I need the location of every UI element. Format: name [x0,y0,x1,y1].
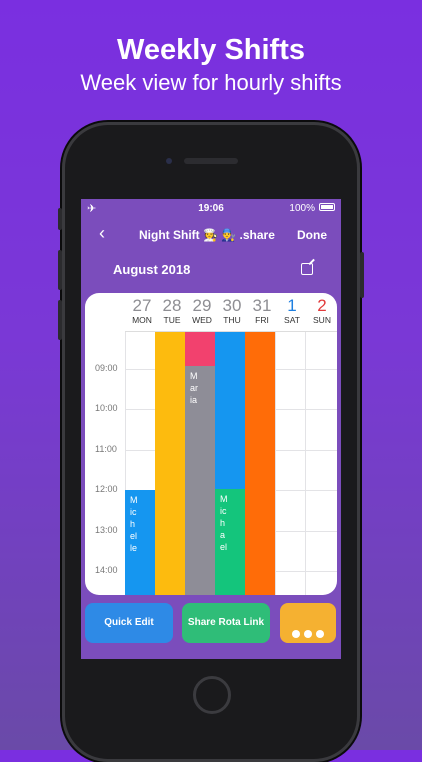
weekday-label: WED [192,315,212,325]
time-label: 10:00 [95,403,118,413]
done-button[interactable]: Done [297,228,327,242]
weekday-label: MON [132,315,152,325]
day-number: 29 [192,296,212,315]
app-screen: ✈ 19:06 100% ‹ Night Shift 🧑‍🍳 👨‍🔧 .shar… [81,199,341,659]
battery-icon [319,203,335,211]
shift-block-michelle[interactable]: Michelle [125,490,155,595]
month-label: August 2018 [113,262,191,277]
day-number: 2 [317,296,327,315]
quick-edit-button[interactable]: Quick Edit [85,603,173,643]
more-button[interactable] [280,603,336,643]
volume-down-button [58,300,62,340]
more-dots-icon [280,616,336,638]
weekday-label: SUN [313,315,331,325]
edit-icon[interactable] [301,263,313,275]
day-header-wed[interactable]: 29 WED [187,296,217,326]
share-rota-link-button[interactable]: Share Rota Link [182,603,270,643]
earpiece-speaker [184,158,238,164]
weekday-label: THU [223,315,241,325]
shift-name: Michelle [130,495,138,553]
day-number: 28 [162,296,182,315]
time-label: 12:00 [95,484,118,494]
day-divider [275,332,276,595]
day-header-sun[interactable]: 2 SUN [307,296,337,326]
day-number: 31 [252,296,272,315]
day-number: 1 [287,296,297,315]
shift-name: Michael [220,494,228,552]
shift-block-tuesday[interactable] [155,332,185,595]
navigation-bar: ‹ Night Shift 🧑‍🍳 👨‍🔧 .share Done [81,221,341,251]
shift-block-thursday-early[interactable] [215,332,245,489]
day-divider [305,332,306,595]
shift-block-wednesday-early[interactable] [185,332,215,366]
shift-block-friday[interactable] [245,332,275,595]
weekday-label: FRI [255,315,269,325]
time-label: 13:00 [95,525,118,535]
weekday-label: SAT [284,315,300,325]
phone-frame: ✈ 19:06 100% ‹ Night Shift 🧑‍🍳 👨‍🔧 .shar… [58,122,364,762]
volume-up-button [58,250,62,290]
day-number: 27 [132,296,152,315]
time-label: 14:00 [95,565,118,575]
mute-switch [58,208,62,230]
shift-block-maria[interactable]: Maria [185,366,215,595]
time-label: 11:00 [95,444,117,454]
shift-block-michael[interactable]: Michael [215,489,245,595]
day-header-fri[interactable]: 31 FRI [247,296,277,326]
day-header-thu[interactable]: 30 THU [217,296,247,326]
shift-name: Maria [190,371,199,405]
day-header-mon[interactable]: 27 MON [127,296,157,326]
weekday-label: TUE [163,315,181,325]
home-button[interactable] [193,676,231,714]
time-grid[interactable]: Michelle Maria Michael [125,331,337,595]
status-bar: ✈ 19:06 100% [81,199,341,219]
battery-percent: 100% [289,203,315,214]
day-header-sat[interactable]: 1 SAT [277,296,307,326]
front-camera [166,158,172,164]
time-label: 09:00 [95,363,118,373]
power-button [360,252,364,298]
promo-title: Weekly Shifts [116,34,306,66]
nav-title: Night Shift 🧑‍🍳 👨‍🔧 .share [139,228,275,242]
day-number: 30 [222,296,242,315]
promo-subtitle: Week view for hourly shifts [80,70,342,95]
week-calendar: 27 MON 28 TUE 29 WED 30 THU 31 FRI 1 SAT [85,293,337,595]
day-header-tue[interactable]: 28 TUE [157,296,187,326]
back-chevron-icon[interactable]: ‹ [99,223,105,244]
